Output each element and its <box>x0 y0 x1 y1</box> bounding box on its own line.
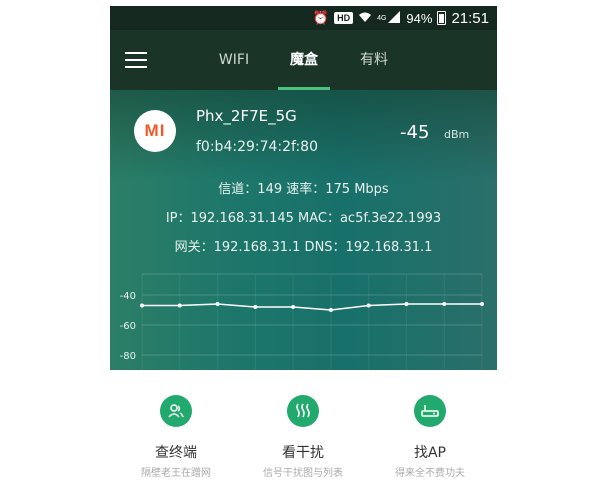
signal-point <box>442 302 447 306</box>
tab-youliao[interactable]: 有料 <box>358 30 390 90</box>
ssid: Phx_2F7E_5G <box>196 107 297 125</box>
action-title: 查终端 <box>155 445 197 461</box>
mi-logo-text: MI <box>144 121 166 140</box>
tab-wifi[interactable]: WIFI <box>218 30 250 90</box>
status-bar: ⏰ HD 4G 94% 21:51 <box>110 6 497 30</box>
action-subtitle: 信号干扰图与列表 <box>263 468 343 479</box>
hd-badge: HD <box>334 12 354 24</box>
wifi-signal-icon <box>358 11 372 26</box>
action-find-ap[interactable]: 找AP 得来全不费功夫 <box>370 370 490 492</box>
signal-point <box>366 303 371 308</box>
action-row: 查终端 隔壁老王在蹭网 看干扰 信号干扰图与列表 找AP 得来全不费功夫 <box>110 370 497 492</box>
y-tick-label: -80 <box>120 351 136 362</box>
gateway-dns-line: 网关：192.168.31.1 DNS：192.168.31.1 <box>174 240 433 255</box>
waves-icon <box>287 395 319 427</box>
mi-logo: MI <box>134 110 176 152</box>
action-title: 找AP <box>413 445 447 461</box>
signal-point <box>404 302 409 306</box>
signal-point <box>253 305 258 309</box>
signal-series-line <box>142 303 482 311</box>
status-icons: ⏰ HD 4G 94% 21:51 <box>313 6 489 30</box>
tab-mohe[interactable]: 魔盒 <box>278 30 330 90</box>
signal-point <box>480 302 484 306</box>
users-icon <box>160 395 192 427</box>
action-view-interference[interactable]: 看干扰 信号干扰图与列表 <box>243 370 363 492</box>
alarm-icon: ⏰ <box>312 10 330 25</box>
signal-history-chart: -40-60-80-100 <box>120 273 484 370</box>
y-tick-label: -40 <box>120 291 136 302</box>
signal-point <box>291 305 296 309</box>
network-type: 4G <box>377 14 387 22</box>
cell-signal-icon <box>388 10 401 26</box>
signal-point <box>215 302 220 306</box>
ip-mac-line: IP：192.168.31.145 MAC：ac5f.3e22.1993 <box>165 211 442 226</box>
action-title: 看干扰 <box>282 445 324 461</box>
signal-point <box>140 303 144 308</box>
y-tick-label: -60 <box>120 321 136 332</box>
channel-rate-line: 信道：149 速率：175 Mbps <box>218 182 389 197</box>
signal-point <box>328 308 333 312</box>
signal-point <box>177 303 182 308</box>
app-bar: WIFI 魔盒 有料 <box>110 30 497 90</box>
network-info-panel: MI Phx_2F7E_5G f0:b4:29:74:2f:80 -45 dBm… <box>110 90 497 370</box>
battery-icon <box>437 11 447 25</box>
router-icon <box>414 395 446 427</box>
signal-unit: dBm <box>444 128 470 141</box>
action-subtitle: 得来全不费功夫 <box>395 468 465 479</box>
signal-strength: -45 <box>400 122 430 143</box>
phone-screen: ⏰ HD 4G 94% 21:51 WIFI 魔盒 有料 MI Phx_2F7E… <box>110 0 497 492</box>
clock: 21:51 <box>451 9 489 27</box>
bssid: f0:b4:29:74:2f:80 <box>196 139 318 155</box>
hamburger-menu-icon[interactable] <box>125 52 147 68</box>
action-find-devices[interactable]: 查终端 隔壁老王在蹭网 <box>116 370 236 492</box>
action-subtitle: 隔壁老王在蹭网 <box>141 468 211 479</box>
battery-percent: 94% <box>406 10 433 26</box>
